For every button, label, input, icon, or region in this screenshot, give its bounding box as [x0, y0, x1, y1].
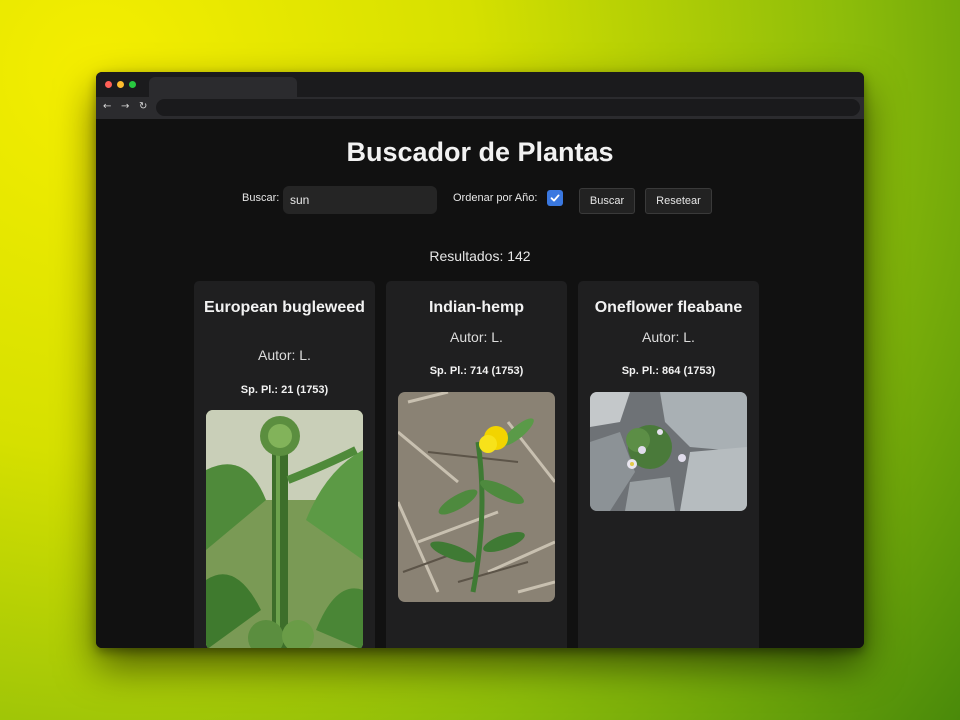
plant-reference: Sp. Pl.: 714 (1753): [429, 365, 524, 377]
minimize-window-dot[interactable]: [117, 81, 124, 88]
plant-reference: Sp. Pl.: 21 (1753): [240, 384, 329, 396]
results-count: Resultados: 142: [429, 248, 531, 264]
search-input[interactable]: [283, 186, 437, 214]
plant-card[interactable]: European bugleweed Autor: L. Sp. Pl.: 21…: [194, 281, 375, 648]
plant-author: Autor: L.: [642, 329, 695, 345]
title-bar: [96, 72, 864, 97]
plant-name: Indian-hemp: [428, 299, 525, 316]
plant-card[interactable]: Indian-hemp Autor: L. Sp. Pl.: 714 (1753…: [386, 281, 567, 648]
plant-name: Oneflower fleabane: [594, 299, 743, 316]
window-controls: [105, 81, 136, 88]
sort-by-year-checkbox[interactable]: [547, 190, 563, 206]
reset-button[interactable]: Resetear: [645, 188, 712, 214]
reload-icon[interactable]: ↻: [139, 100, 147, 114]
plant-card[interactable]: Oneflower fleabane Autor: L. Sp. Pl.: 86…: [578, 281, 759, 648]
back-arrow-icon[interactable]: ←: [103, 100, 111, 114]
plant-author: Autor: L.: [258, 347, 311, 363]
maximize-window-dot[interactable]: [129, 81, 136, 88]
close-window-dot[interactable]: [105, 81, 112, 88]
plant-photo: [398, 392, 555, 602]
address-bar[interactable]: [156, 99, 860, 116]
page-title: Buscador de Plantas: [346, 137, 614, 167]
plant-reference: Sp. Pl.: 864 (1753): [621, 365, 716, 377]
page-content: Buscador de Plantas Buscar: Ordenar por …: [96, 119, 864, 648]
browser-window: ← → ↻ Buscador de Plantas Buscar: Ordena…: [96, 72, 864, 648]
search-label: Buscar:: [242, 192, 280, 204]
search-button[interactable]: Buscar: [579, 188, 635, 214]
sort-by-year-label: Ordenar por Año:: [453, 192, 538, 204]
forward-arrow-icon[interactable]: →: [121, 100, 129, 114]
browser-tab[interactable]: [149, 77, 297, 97]
checkmark-icon: [550, 194, 560, 202]
plant-photo: [590, 392, 747, 511]
plant-author: Autor: L.: [450, 329, 503, 345]
plant-name: European bugleweed: [204, 299, 365, 316]
plant-photo: [206, 410, 363, 648]
